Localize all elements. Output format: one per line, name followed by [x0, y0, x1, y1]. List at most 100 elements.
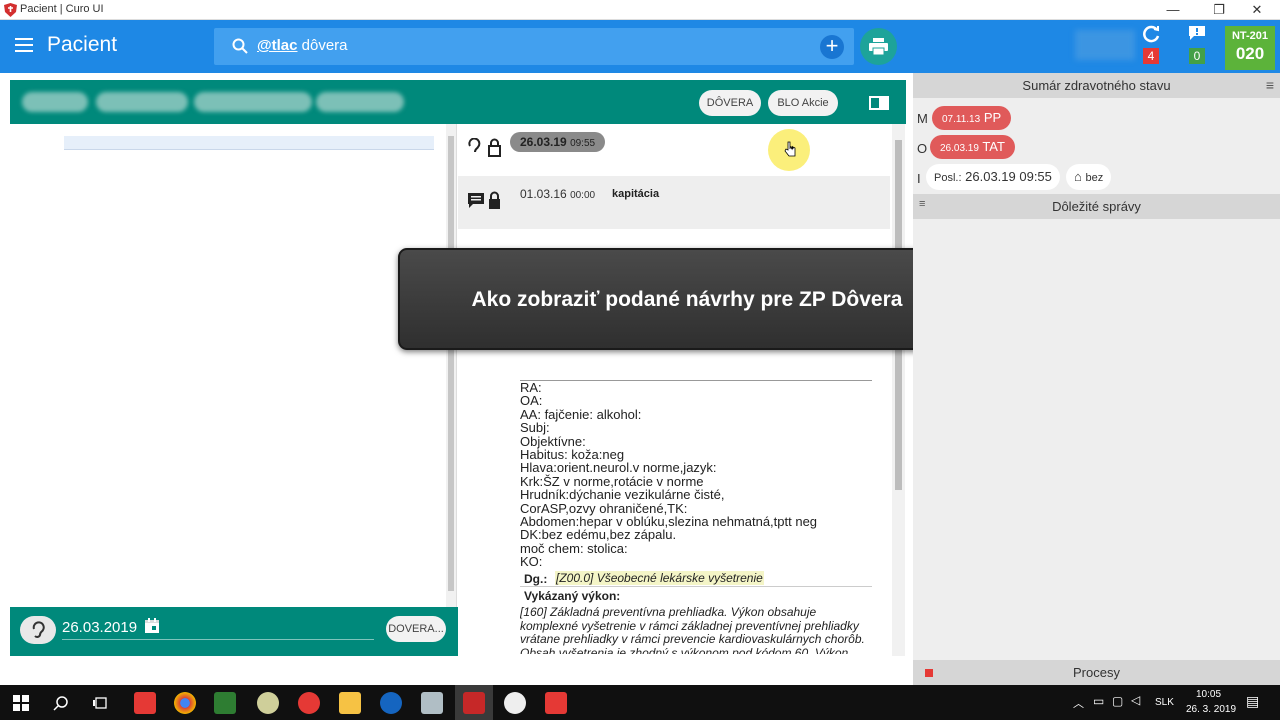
record-date-value: 01.03.16 — [520, 187, 567, 201]
chip-code: TAT — [982, 139, 1005, 154]
procedure-label: Vykázaný výkon: — [524, 589, 621, 603]
battery-icon[interactable]: ▭ — [1093, 694, 1104, 708]
chrome-icon[interactable] — [174, 692, 196, 714]
disk-icon[interactable] — [257, 692, 279, 714]
hearing-button[interactable] — [20, 616, 56, 644]
network-icon[interactable]: ▢ — [1112, 694, 1123, 708]
attachment-label: bez — [1085, 172, 1104, 184]
record-type: kapitácia — [612, 188, 660, 200]
windows-start-icon[interactable] — [13, 695, 29, 711]
chip-date: 07.11.13 — [942, 114, 981, 125]
workplace-number: 020 — [1235, 44, 1265, 63]
record-text: RA: OA: AA: fajčenie: alkohol: Subj: Obj… — [520, 380, 818, 570]
close-button[interactable]: ✕ — [1234, 0, 1280, 20]
left-list-panel — [10, 124, 457, 608]
date-bar: 26.03.2019 DOVERA... — [10, 607, 458, 656]
clock-date[interactable]: 26. 3. 2019 — [1186, 704, 1236, 715]
print-button[interactable] — [860, 28, 897, 65]
excel-icon[interactable] — [214, 692, 236, 714]
records-panel: 26.03.19 09:55 01.03.16 00:00 kapitácia … — [458, 124, 905, 656]
user-info-blurred — [1075, 30, 1135, 60]
clock-time[interactable]: 10:05 — [1196, 689, 1221, 700]
row-letter: O — [917, 141, 928, 156]
ear-lock-icon — [468, 138, 501, 157]
search-icon[interactable] — [53, 695, 69, 711]
date-underline — [62, 639, 374, 640]
overlay-caption: Ako zobraziť podané návrhy pre ZP Dôvera — [471, 288, 903, 311]
record-time: 00:00 — [570, 190, 596, 201]
workplace-badge[interactable]: NT-201 020 — [1225, 26, 1275, 70]
summary-header: Sumár zdravotného stavu — [913, 73, 1280, 98]
explorer-icon[interactable] — [339, 692, 361, 714]
paperclip-icon: ⌂ — [1074, 169, 1082, 184]
anydesk-icon[interactable] — [545, 692, 567, 714]
task-view-icon[interactable] — [93, 695, 109, 711]
curo-icon[interactable] — [298, 692, 320, 714]
blo-actions-button[interactable]: BLO Akcie — [768, 90, 838, 116]
record-date-chip[interactable]: 26.03.19 09:55 — [510, 132, 606, 152]
record-date: 26.03.19 — [520, 135, 567, 149]
date-value[interactable]: 26.03.2019 — [62, 619, 137, 636]
last-visit-label: Posl.: — [934, 172, 962, 184]
add-button[interactable]: + — [820, 35, 844, 59]
summary-menu-icon[interactable]: ≡ — [1266, 77, 1274, 93]
search-input[interactable]: @tlac dôvera + — [214, 28, 854, 65]
notifications-icon[interactable]: ▤ — [1246, 693, 1259, 710]
diagnosis-label: Dg.: — [524, 572, 548, 586]
summary-chip[interactable]: 07.11.13 PP — [932, 106, 1012, 130]
sync-icon[interactable] — [1141, 24, 1161, 44]
blurred-chip — [316, 92, 404, 112]
printer-icon — [869, 38, 888, 55]
last-visit-chip[interactable]: Posl.: 26.03.19 09:55 — [926, 164, 1060, 190]
summary-chip[interactable]: 26.03.19 TAT — [930, 135, 1015, 159]
taskbar: ︿ ▭ ▢ ◁ SLK 10:05 26. 3. 2019 ▤ — [0, 685, 1280, 720]
app-icon[interactable] — [504, 692, 526, 714]
record-time: 09:55 — [570, 138, 596, 149]
curo-active-icon[interactable] — [463, 692, 485, 714]
left-scrollbar[interactable] — [446, 124, 456, 608]
volume-icon[interactable]: ◁ — [1131, 693, 1140, 707]
processes-status-icon — [925, 669, 933, 677]
minimize-button[interactable]: — — [1150, 0, 1196, 20]
chip-date: 26.03.19 — [940, 143, 979, 154]
patient-toolbar: DÔVERA BLO Akcie — [10, 80, 906, 124]
record-row[interactable]: 01.03.16 00:00 kapitácia — [458, 176, 890, 229]
search-icon — [232, 38, 248, 54]
processes-header[interactable]: Procesy — [913, 660, 1280, 685]
window-titlebar: Pacient | Curo UI — ❐ ✕ — [0, 0, 1280, 20]
records-scrollbar[interactable] — [892, 124, 905, 656]
ear-icon — [32, 621, 45, 638]
menu-icon[interactable] — [15, 38, 33, 52]
important-messages-header[interactable]: Dôležité správy — [913, 194, 1280, 219]
anydesk-icon[interactable] — [134, 692, 156, 714]
blurred-chip — [194, 92, 312, 112]
window-title: Pacient | Curo UI — [20, 3, 104, 15]
procedure-text: [160] Základná preventívna prehliadka. V… — [520, 606, 865, 654]
attachment-chip[interactable]: ⌂ bez — [1066, 164, 1112, 190]
tray-chevron-icon[interactable]: ︿ — [1073, 695, 1084, 711]
workplace-label: NT-201 — [1231, 30, 1269, 42]
row-letter: M — [917, 111, 928, 126]
language-indicator[interactable]: SLK — [1155, 697, 1174, 708]
app-icon[interactable] — [421, 692, 443, 714]
diagnosis-value: [Z00.0] Všeobecné lekárske vyšetrenie — [555, 571, 764, 585]
scroll-thumb[interactable] — [448, 136, 454, 591]
row-letter: I — [917, 171, 921, 186]
app-icon[interactable] — [380, 692, 402, 714]
toggle-panel-icon[interactable] — [868, 94, 890, 112]
dovera-dialog-button[interactable]: DOVERA... — [386, 616, 446, 642]
important-messages-title: Dôležité správy — [1052, 199, 1141, 214]
search-query: @tlac dôvera — [257, 37, 348, 54]
tutorial-overlay: Ako zobraziť podané návrhy pre ZP Dôvera — [398, 248, 976, 350]
page-title: Pacient — [47, 33, 118, 56]
message-icon[interactable] — [1188, 25, 1206, 41]
blurred-chip — [96, 92, 188, 112]
selected-list-row[interactable] — [64, 136, 434, 150]
search-query-text: dôvera — [301, 37, 348, 54]
calendar-icon[interactable] — [144, 618, 160, 634]
filter-icon[interactable]: ≡ — [919, 198, 925, 210]
comment-lock-icon — [468, 191, 500, 209]
sync-count-badge: 4 — [1143, 48, 1159, 64]
app-shield-icon — [4, 3, 17, 17]
dovera-button[interactable]: DÔVERA — [699, 90, 761, 116]
